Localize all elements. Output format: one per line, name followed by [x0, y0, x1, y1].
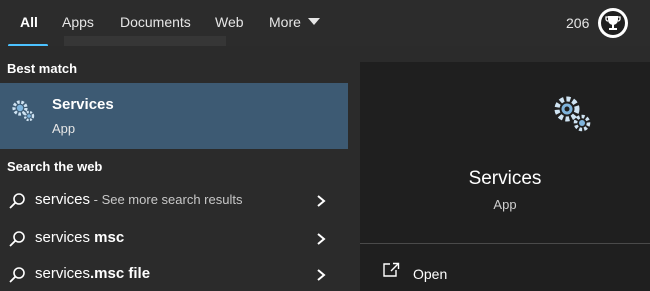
open-action[interactable]: Open — [382, 260, 582, 284]
trophy-icon[interactable] — [598, 8, 628, 38]
best-match-title: Services — [52, 96, 114, 113]
tab-apps[interactable]: Apps — [62, 14, 94, 30]
best-match-services[interactable]: Services App — [0, 83, 348, 149]
web-result-suffix: msc — [90, 229, 125, 246]
best-match-subtitle: App — [52, 121, 76, 136]
web-result-text: services - See more search results — [35, 191, 242, 208]
results-pane: Best match Services App Search the web s… — [0, 46, 348, 291]
preview-divider — [360, 243, 650, 244]
tab-web[interactable]: Web — [215, 14, 244, 30]
web-result-query: services — [35, 229, 91, 246]
trophy-glyph — [605, 16, 621, 30]
chevron-down-icon — [307, 18, 320, 25]
open-external-icon — [383, 262, 400, 277]
best-match-heading: Best match — [7, 61, 78, 76]
tab-more-label: More — [269, 14, 301, 30]
preview-title: Services — [468, 168, 542, 189]
web-result-hint: - See more search results — [90, 192, 243, 207]
web-result-item[interactable]: services.msc file — [0, 258, 348, 291]
rewards-points[interactable]: 206 — [566, 15, 589, 31]
pane-gap — [348, 46, 360, 291]
web-result-item[interactable]: services msc — [0, 222, 348, 256]
tab-more[interactable]: More — [269, 14, 320, 30]
web-result-suffix: .msc file — [90, 265, 151, 282]
tab-documents[interactable]: Documents — [120, 14, 191, 30]
search-icon — [9, 193, 25, 209]
search-web-heading: Search the web — [7, 159, 103, 174]
web-result-query: services — [35, 265, 91, 282]
chevron-right-icon — [317, 269, 326, 281]
tab-all[interactable]: All — [20, 14, 38, 30]
web-result-text: services msc — [35, 229, 124, 246]
open-action-label: Open — [413, 266, 448, 282]
preview-subtitle: App — [493, 197, 517, 212]
preview-pane: Services App Open — [360, 62, 650, 291]
avatar-inner — [601, 11, 625, 35]
web-result-text: services.msc file — [35, 265, 150, 282]
web-result-item[interactable]: services - See more search results — [0, 184, 348, 218]
chevron-right-icon — [317, 195, 326, 207]
chevron-right-icon — [317, 233, 326, 245]
search-icon — [9, 231, 25, 247]
gear-icon — [554, 96, 591, 132]
search-icon — [9, 267, 25, 283]
gear-icon — [12, 100, 35, 122]
web-result-query: services — [35, 191, 91, 208]
